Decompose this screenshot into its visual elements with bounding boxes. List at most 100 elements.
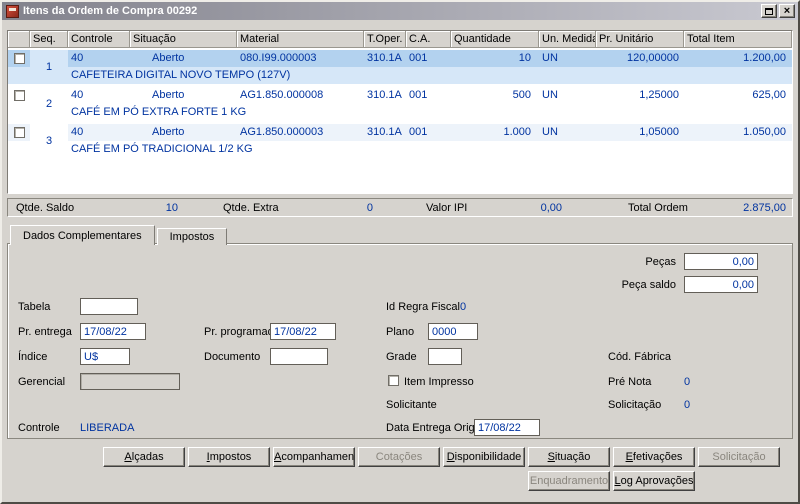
- tab-dados-complementares[interactable]: Dados Complementares: [10, 225, 155, 245]
- total-ordem-value: 2.875,00: [743, 202, 786, 214]
- cell-ca: 001: [406, 50, 451, 67]
- cell-quantidade: 1.000: [451, 124, 539, 141]
- pr-programado-label: Pr. programado: [204, 326, 280, 338]
- item-impresso-checkbox[interactable]: [388, 375, 399, 386]
- disponibilidade-button[interactable]: Disponibilidade: [443, 447, 525, 467]
- maximize-button[interactable]: [761, 4, 777, 18]
- item-impresso-label: Item Impresso: [404, 376, 474, 388]
- maximize-icon: [765, 8, 773, 15]
- table-row[interactable]: 2 40 Aberto AG1.850.000008 310.1A 001 50…: [8, 87, 792, 121]
- qtde-saldo-label: Qtde. Saldo: [16, 202, 74, 214]
- cell-ca: 001: [406, 124, 451, 141]
- cell-situacao: Aberto: [130, 124, 237, 141]
- indice-label: Índice: [18, 351, 47, 363]
- qtde-extra-label: Qtde. Extra: [223, 202, 279, 214]
- cell-pr-unitario: 120,00000: [596, 50, 684, 67]
- cell-ca: 001: [406, 87, 451, 104]
- table-header: Seq. Controle Situação Material T.Oper. …: [8, 31, 792, 48]
- cell-t-oper: 310.1A: [364, 124, 406, 141]
- cell-descricao: CAFETEIRA DIGITAL NOVO TEMPO (127V): [68, 67, 792, 84]
- plano-input[interactable]: [428, 323, 478, 340]
- cell-pr-unitario: 1,25000: [596, 87, 684, 104]
- window-title: Itens da Ordem de Compra 00292: [23, 5, 761, 17]
- pecas-label: Peças: [608, 256, 676, 268]
- controle-value: LIBERADA: [80, 422, 134, 434]
- qtde-extra-value: 0: [293, 202, 373, 214]
- app-icon[interactable]: [6, 5, 19, 18]
- tab-strip: Dados Complementares Impostos: [10, 225, 229, 245]
- situacao-button[interactable]: Situação: [528, 447, 610, 467]
- valor-ipi-label: Valor IPI: [426, 202, 467, 214]
- gerencial-input: [80, 373, 180, 390]
- header-situacao[interactable]: Situação: [130, 31, 237, 47]
- alcadas-button[interactable]: Alçadas: [103, 447, 185, 467]
- header-t-oper[interactable]: T.Oper.: [364, 31, 406, 47]
- grade-label: Grade: [386, 351, 417, 363]
- header-pr-unitario[interactable]: Pr. Unitário: [596, 31, 684, 47]
- cell-seq: 2: [30, 87, 68, 121]
- header-total-item[interactable]: Total Item: [684, 31, 792, 47]
- cell-total-item: 1.050,00: [684, 124, 792, 141]
- data-entrega-original-input[interactable]: [474, 419, 540, 436]
- cell-material: AG1.850.000003: [237, 124, 364, 141]
- documento-input[interactable]: [270, 348, 328, 365]
- solicitante-label: Solicitante: [386, 399, 437, 411]
- action-button-row: Alçadas Impostos Acompanhamento Cotações…: [103, 447, 780, 467]
- cell-total-item: 1.200,00: [684, 50, 792, 67]
- header-quantidade[interactable]: Quantidade: [451, 31, 539, 47]
- row-checkbox[interactable]: [14, 53, 25, 64]
- table-row[interactable]: 1 40 Aberto 080.I99.000003 310.1A 001 10…: [8, 50, 792, 84]
- cell-quantidade: 500: [451, 87, 539, 104]
- cell-descricao: CAFÉ EM PÓ TRADICIONAL 1/2 KG: [68, 141, 792, 158]
- tabela-input[interactable]: [80, 298, 138, 315]
- cod-fabrica-label: Cód. Fábrica: [608, 351, 671, 363]
- table-body: 1 40 Aberto 080.I99.000003 310.1A 001 10…: [8, 48, 792, 158]
- header-ca[interactable]: C.A.: [406, 31, 451, 47]
- cell-total-item: 625,00: [684, 87, 792, 104]
- cell-controle: 40: [68, 87, 130, 104]
- cell-controle: 40: [68, 124, 130, 141]
- close-button[interactable]: ×: [779, 4, 795, 18]
- indice-input[interactable]: [80, 348, 130, 365]
- log-aprovacoes-button[interactable]: Log Aprovações: [613, 471, 695, 491]
- cell-un-medida: UN: [539, 124, 596, 141]
- pr-entrega-input[interactable]: [80, 323, 146, 340]
- peca-saldo-label: Peça saldo: [608, 279, 676, 291]
- qtde-saldo-value: 10: [98, 202, 178, 214]
- table-row[interactable]: 3 40 Aberto AG1.850.000003 310.1A 001 1.…: [8, 124, 792, 158]
- pr-programado-input[interactable]: [270, 323, 336, 340]
- peca-saldo-input[interactable]: [684, 276, 758, 293]
- acompanhamento-button[interactable]: Acompanhamento: [273, 447, 355, 467]
- pre-nota-label: Pré Nota: [608, 376, 651, 388]
- cell-controle: 40: [68, 50, 130, 67]
- totals-bar: Qtde. Saldo 10 Qtde. Extra 0 Valor IPI 0…: [7, 198, 793, 217]
- cell-un-medida: UN: [539, 87, 596, 104]
- header-controle[interactable]: Controle: [68, 31, 130, 47]
- solicitacao-label: Solicitação: [608, 399, 661, 411]
- efetivacoes-button[interactable]: Efetivações: [613, 447, 695, 467]
- cell-seq: 3: [30, 124, 68, 158]
- gerencial-label: Gerencial: [18, 376, 65, 388]
- header-material[interactable]: Material: [237, 31, 364, 47]
- pre-nota-value: 0: [684, 376, 690, 388]
- close-icon: ×: [784, 6, 790, 17]
- row-checkbox[interactable]: [14, 90, 25, 101]
- header-un-medida[interactable]: Un. Medida: [539, 31, 596, 47]
- id-regra-fiscal-label: Id Regra Fiscal: [386, 301, 460, 313]
- total-ordem-label: Total Ordem: [628, 202, 688, 214]
- title-bar: Itens da Ordem de Compra 00292 ×: [2, 2, 798, 20]
- grade-input[interactable]: [428, 348, 462, 365]
- header-checkbox-col: [8, 31, 30, 47]
- cell-situacao: Aberto: [130, 50, 237, 67]
- documento-label: Documento: [204, 351, 260, 363]
- cell-pr-unitario: 1,05000: [596, 124, 684, 141]
- impostos-button[interactable]: Impostos: [188, 447, 270, 467]
- pecas-input[interactable]: [684, 253, 758, 270]
- row-checkbox[interactable]: [14, 127, 25, 138]
- enquadramento-button: Enquadramento: [528, 471, 610, 491]
- cell-t-oper: 310.1A: [364, 87, 406, 104]
- tab-impostos[interactable]: Impostos: [157, 228, 228, 245]
- header-seq[interactable]: Seq.: [30, 31, 68, 47]
- cell-un-medida: UN: [539, 50, 596, 67]
- cell-quantidade: 10: [451, 50, 539, 67]
